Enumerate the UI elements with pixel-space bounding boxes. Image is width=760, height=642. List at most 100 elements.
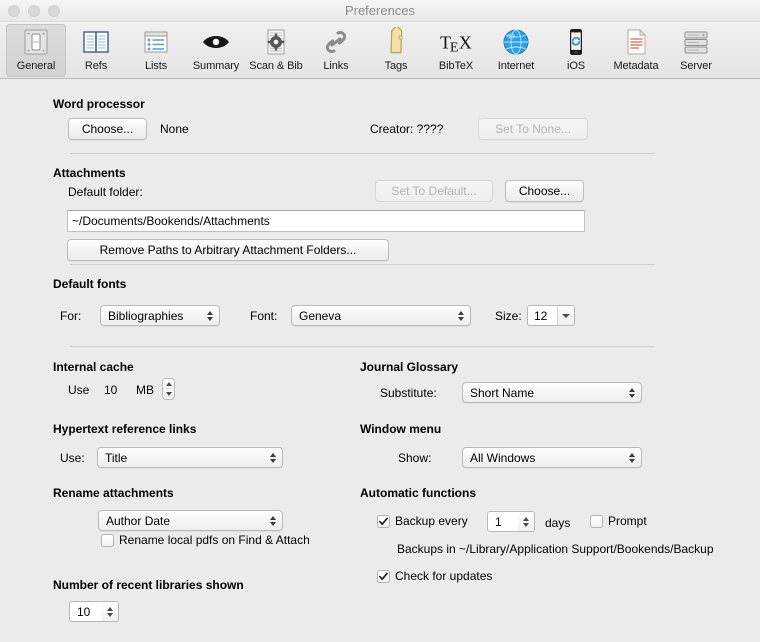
- font-for-label: For:: [60, 309, 81, 323]
- rename-local-pdfs-checkbox[interactable]: [101, 534, 114, 547]
- gear-document-icon: [260, 27, 292, 57]
- svg-text:X: X: [459, 33, 472, 53]
- toolbar-item-label: Summary: [193, 60, 239, 72]
- automatic-functions-section-title: Automatic functions: [360, 486, 476, 500]
- toolbar-item-label: Internet: [498, 60, 535, 72]
- word-processor-creator-label: Creator: ????: [370, 122, 443, 136]
- recent-libraries-value: 10: [70, 605, 102, 619]
- backup-days-stepper[interactable]: [518, 512, 534, 531]
- substitute-value: Short Name: [470, 386, 534, 400]
- window-show-value: All Windows: [470, 451, 535, 465]
- divider-3: [70, 346, 655, 347]
- attachments-choose-button[interactable]: Choose...: [505, 180, 584, 202]
- window-show-popup[interactable]: All Windows: [462, 447, 642, 468]
- backup-every-checkbox-row[interactable]: Backup every: [377, 514, 468, 528]
- toolbar-item-label: General: [17, 60, 55, 72]
- chevron-down-icon[interactable]: [557, 306, 574, 325]
- toolbar-item-links[interactable]: Links: [306, 24, 366, 77]
- rename-local-pdfs-label: Rename local pdfs on Find & Attach: [119, 533, 310, 547]
- set-to-none-button[interactable]: Set To None...: [478, 118, 588, 140]
- word-processor-current-value: None: [160, 122, 189, 136]
- rename-attachments-section-title: Rename attachments: [53, 486, 174, 500]
- general-switch-icon: [20, 27, 52, 57]
- chevron-updown-icon: [456, 309, 465, 323]
- prompt-checkbox[interactable]: [590, 515, 603, 528]
- eye-icon: [200, 27, 232, 57]
- chevron-updown-icon: [627, 386, 636, 400]
- prompt-checkbox-row[interactable]: Prompt: [590, 514, 647, 528]
- cache-stepper-down[interactable]: [163, 389, 174, 399]
- checkmark-icon: [378, 516, 389, 527]
- backup-every-checkbox[interactable]: [377, 515, 390, 528]
- cache-stepper-up[interactable]: [163, 379, 174, 389]
- window-title: Preferences: [0, 3, 760, 18]
- font-label: Font:: [250, 309, 277, 323]
- rename-local-pdfs-checkbox-row[interactable]: Rename local pdfs on Find & Attach: [101, 533, 310, 547]
- toolbar-item-ios[interactable]: iOS: [546, 24, 606, 77]
- font-family-popup[interactable]: Geneva: [291, 305, 471, 326]
- toolbar-item-label: Server: [680, 60, 712, 72]
- check-updates-checkbox[interactable]: [377, 570, 390, 583]
- word-processor-choose-button[interactable]: Choose...: [68, 118, 147, 140]
- substitute-popup[interactable]: Short Name: [462, 382, 642, 403]
- toolbar-item-lists[interactable]: Lists: [126, 24, 186, 77]
- check-updates-label: Check for updates: [395, 569, 492, 583]
- backup-days-value: 1: [488, 515, 518, 529]
- recent-libraries-stepper[interactable]: [102, 602, 118, 621]
- cache-stepper[interactable]: [162, 378, 175, 400]
- toolbar-item-bibtex[interactable]: T E X BibTeX: [426, 24, 486, 77]
- hypertext-use-value: Title: [105, 451, 127, 465]
- remove-paths-button[interactable]: Remove Paths to Arbitrary Attachment Fol…: [67, 239, 389, 261]
- hypertext-use-popup[interactable]: Title: [97, 447, 283, 468]
- chevron-updown-icon: [205, 309, 214, 323]
- recent-libraries-section-title: Number of recent libraries shown: [53, 578, 244, 592]
- chain-link-icon: [320, 27, 352, 57]
- toolbar-item-metadata[interactable]: Metadata: [606, 24, 666, 77]
- recent-libraries-field[interactable]: 10: [69, 601, 119, 622]
- toolbar-item-label: iOS: [567, 60, 585, 72]
- cache-value[interactable]: 10: [104, 383, 117, 397]
- tex-logo-icon: T E X: [440, 27, 472, 57]
- open-book-icon: [80, 27, 112, 57]
- prompt-label: Prompt: [608, 514, 647, 528]
- window-menu-section-title: Window menu: [360, 422, 441, 436]
- toolbar-item-refs[interactable]: Refs: [66, 24, 126, 77]
- font-size-label: Size:: [495, 309, 522, 323]
- window-show-label: Show:: [398, 451, 431, 465]
- toolbar-item-label: Metadata: [613, 60, 658, 72]
- toolbar-item-server[interactable]: Server: [666, 24, 726, 77]
- set-to-default-button[interactable]: Set To Default...: [375, 180, 493, 202]
- toolbar-item-label: Links: [323, 60, 348, 72]
- toolbar-item-label: Refs: [85, 60, 107, 72]
- chevron-updown-icon: [268, 451, 277, 465]
- attachments-section-title: Attachments: [53, 166, 126, 180]
- checkmark-icon: [378, 571, 389, 582]
- divider-1: [70, 153, 655, 154]
- toolbar-item-scan-bib[interactable]: Scan & Bib: [246, 24, 306, 77]
- toolbar-item-label: Scan & Bib: [249, 60, 302, 72]
- rename-scheme-value: Author Date: [106, 514, 170, 528]
- toolbar-item-summary[interactable]: Summary: [186, 24, 246, 77]
- title-bar: Preferences: [0, 0, 760, 22]
- word-processor-section-title: Word processor: [53, 97, 145, 111]
- server-stack-icon: [680, 27, 712, 57]
- toolbar-item-internet[interactable]: Internet: [486, 24, 546, 77]
- document-lines-icon: [620, 27, 652, 57]
- divider-2: [70, 264, 655, 265]
- font-size-combo[interactable]: 12: [527, 305, 575, 326]
- backup-days-field[interactable]: 1: [487, 511, 535, 532]
- toolbar-item-label: Tags: [385, 60, 408, 72]
- toolbar-item-general[interactable]: General: [6, 24, 66, 77]
- font-for-popup[interactable]: Bibliographies: [100, 305, 220, 326]
- font-size-value: 12: [528, 309, 557, 323]
- journal-glossary-section-title: Journal Glossary: [360, 360, 458, 374]
- iphone-sync-icon: [560, 27, 592, 57]
- hypertext-use-label: Use:: [60, 451, 85, 465]
- check-updates-checkbox-row[interactable]: Check for updates: [377, 569, 492, 583]
- chevron-updown-icon: [268, 514, 277, 528]
- toolbar-item-label: BibTeX: [439, 60, 473, 72]
- rename-scheme-popup[interactable]: Author Date: [98, 510, 283, 531]
- toolbar-item-label: Lists: [145, 60, 167, 72]
- toolbar-item-tags[interactable]: Tags: [366, 24, 426, 77]
- attachments-path-field[interactable]: ~/Documents/Bookends/Attachments: [67, 210, 585, 232]
